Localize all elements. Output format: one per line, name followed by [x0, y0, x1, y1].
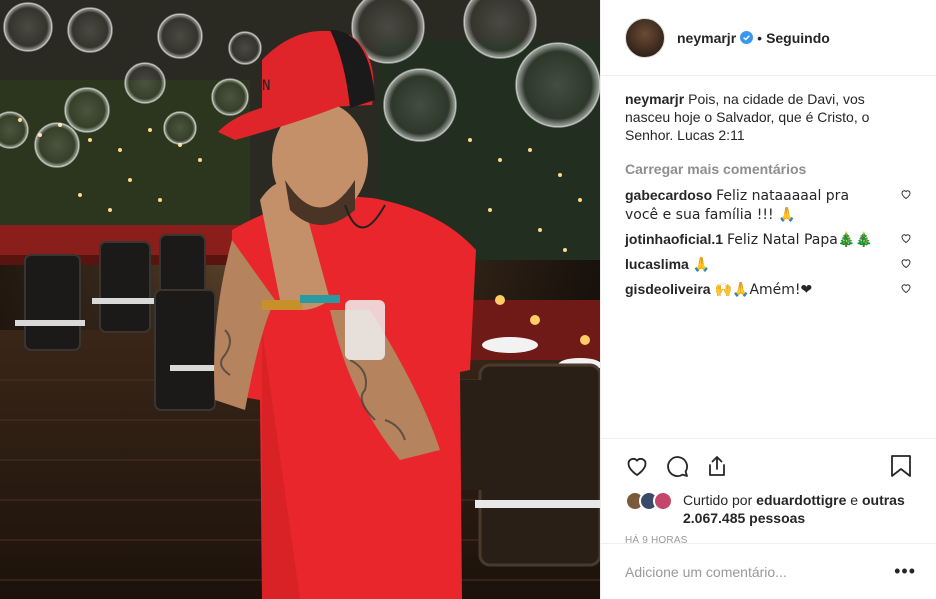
header-separator: •: [757, 29, 763, 46]
author-avatar[interactable]: [625, 17, 665, 58]
comment-item: jotinhaoficial.1 Feliz Natal Papa🎄🎄: [625, 230, 912, 249]
post-side-panel: neymarjr • Seguindo neymarjr Pois, na cid…: [600, 0, 936, 599]
comment-text: 🙌🙏Amém!❤: [714, 282, 813, 298]
post-caption: neymarjr Pois, na cidade de Davi, vos nas…: [625, 90, 912, 144]
photo-illustration: N: [0, 0, 600, 599]
likes-text: Curtido por eduardottigre e outras 2.067…: [683, 491, 912, 527]
caption-username[interactable]: neymarjr: [625, 91, 684, 107]
liker-avatar: [653, 491, 673, 511]
comment-like-heart-icon[interactable]: [900, 257, 912, 269]
likes-prefix: Curtido por: [683, 492, 753, 508]
share-button[interactable]: [705, 447, 745, 485]
instagram-post: N neymarjr • Seguindo neymarjr Pois, na c…: [0, 0, 936, 599]
comment-username[interactable]: lucaslima: [625, 256, 689, 272]
bookmark-icon: [891, 455, 911, 477]
save-button[interactable]: [888, 447, 912, 485]
post-actions-section: Curtido por eduardottigre e outras 2.067…: [601, 438, 936, 546]
author-username[interactable]: neymarjr: [677, 30, 736, 46]
comment-item: gabecardoso Feliz nataaaaal pra você e su…: [625, 186, 912, 224]
likes-summary: Curtido por eduardottigre e outras 2.067…: [625, 491, 912, 527]
comment-username[interactable]: jotinhaoficial.1: [625, 231, 723, 247]
more-options-icon[interactable]: •••: [894, 561, 916, 582]
comment-text: 🙏: [692, 257, 711, 273]
add-comment-bar: •••: [601, 543, 936, 599]
comment-button[interactable]: [665, 447, 705, 485]
comment-like-heart-icon[interactable]: [900, 282, 912, 294]
comment-item: gisdeoliveira 🙌🙏Amém!❤: [625, 280, 912, 299]
load-more-comments-button[interactable]: Carregar mais comentários: [625, 160, 912, 178]
comment-username[interactable]: gabecardoso: [625, 187, 712, 203]
comment-text: Feliz Natal Papa🎄🎄: [727, 232, 873, 248]
verified-badge-icon: [740, 31, 754, 44]
share-arrow-icon: [709, 456, 725, 476]
svg-text:N: N: [262, 78, 270, 94]
action-bar: [625, 447, 912, 485]
first-liker-username[interactable]: eduardottigre: [756, 492, 846, 508]
post-header: neymarjr • Seguindo: [601, 0, 936, 76]
comment-item: lucaslima 🙏: [625, 255, 912, 274]
like-button[interactable]: [625, 447, 665, 485]
liker-avatars[interactable]: [625, 491, 679, 513]
comment-like-heart-icon[interactable]: [900, 232, 912, 244]
comment-username[interactable]: gisdeoliveira: [625, 281, 711, 297]
add-comment-input[interactable]: [625, 563, 895, 580]
heart-outline-icon: [627, 458, 647, 477]
post-photo[interactable]: N: [0, 0, 600, 599]
likes-connector: e: [850, 492, 859, 508]
comment-like-heart-icon[interactable]: [900, 188, 912, 200]
comments-section: neymarjr Pois, na cidade de Davi, vos nas…: [601, 76, 936, 299]
speech-bubble-icon: [667, 456, 688, 477]
following-button[interactable]: Seguindo: [766, 30, 830, 46]
